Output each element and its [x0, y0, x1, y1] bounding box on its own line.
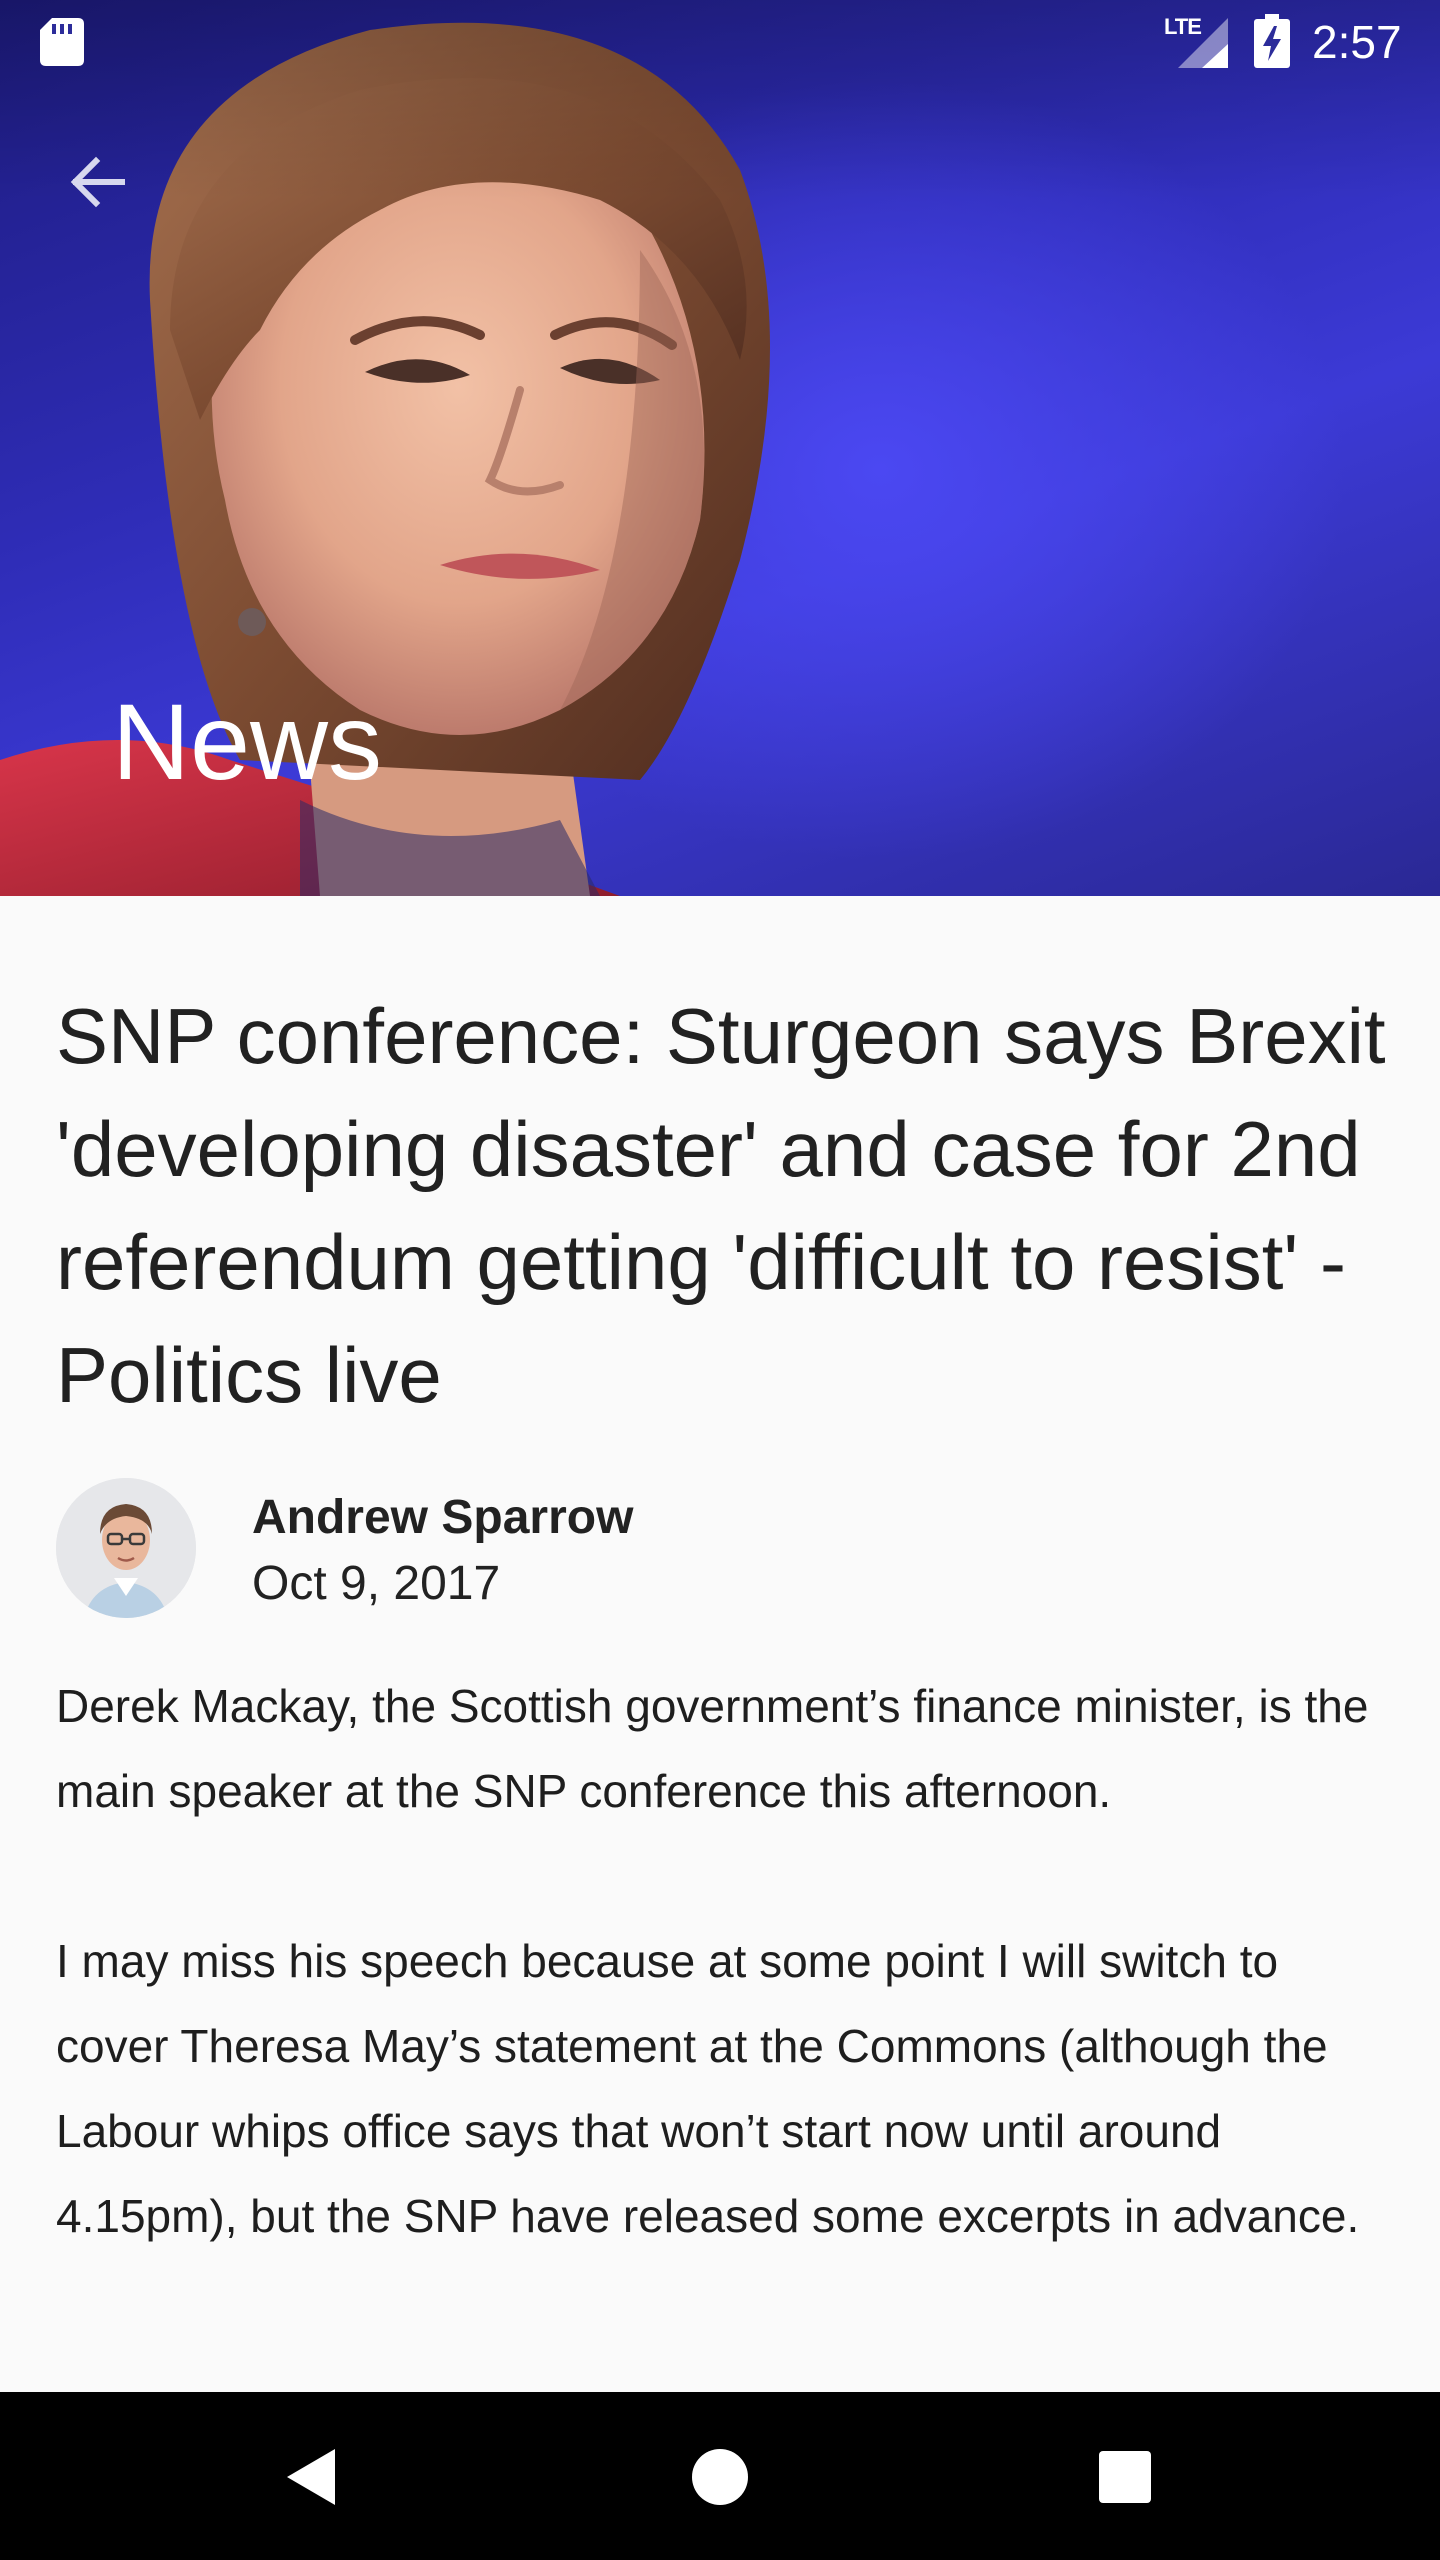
system-navigation-bar [0, 2392, 1440, 2560]
article-paragraph: Derek Mackay, the Scottish government’s … [56, 1680, 1369, 1817]
page-title: News [112, 681, 383, 802]
nav-recents-button[interactable] [1070, 2422, 1180, 2532]
battery-charging-icon [1254, 14, 1290, 68]
nav-back-icon [287, 2449, 335, 2505]
clock: 2:57 [1312, 16, 1402, 68]
status-bar: LTE 2:57 [0, 0, 1440, 84]
back-button[interactable] [56, 140, 140, 224]
article-body: Derek Mackay, the Scottish government’s … [56, 1664, 1386, 2259]
author-portrait-icon [56, 1478, 196, 1618]
signal-indicator: LTE [1162, 14, 1228, 68]
header-image: LTE 2:57 News [0, 0, 1440, 896]
arrow-back-icon [70, 156, 125, 208]
nav-recents-icon [1099, 2451, 1151, 2503]
author-name[interactable]: Andrew Sparrow [252, 1488, 633, 1548]
sd-card-icon [40, 18, 84, 66]
nav-back-button[interactable] [260, 2422, 370, 2532]
article-headline: SNP conference: Sturgeon says Brexit 'de… [56, 992, 1386, 1419]
publish-date: Oct 9, 2017 [252, 1557, 501, 1610]
author-avatar[interactable] [56, 1478, 196, 1618]
byline: Andrew Sparrow Oct 9, 2017 [56, 1478, 1386, 1618]
article-paragraph: I may miss his speech because at some po… [56, 1935, 1360, 2242]
nav-home-icon [692, 2449, 748, 2505]
nav-home-button[interactable] [665, 2422, 775, 2532]
cell-signal-icon [1178, 18, 1228, 68]
article: SNP conference: Sturgeon says Brexit 'de… [56, 980, 1386, 2344]
